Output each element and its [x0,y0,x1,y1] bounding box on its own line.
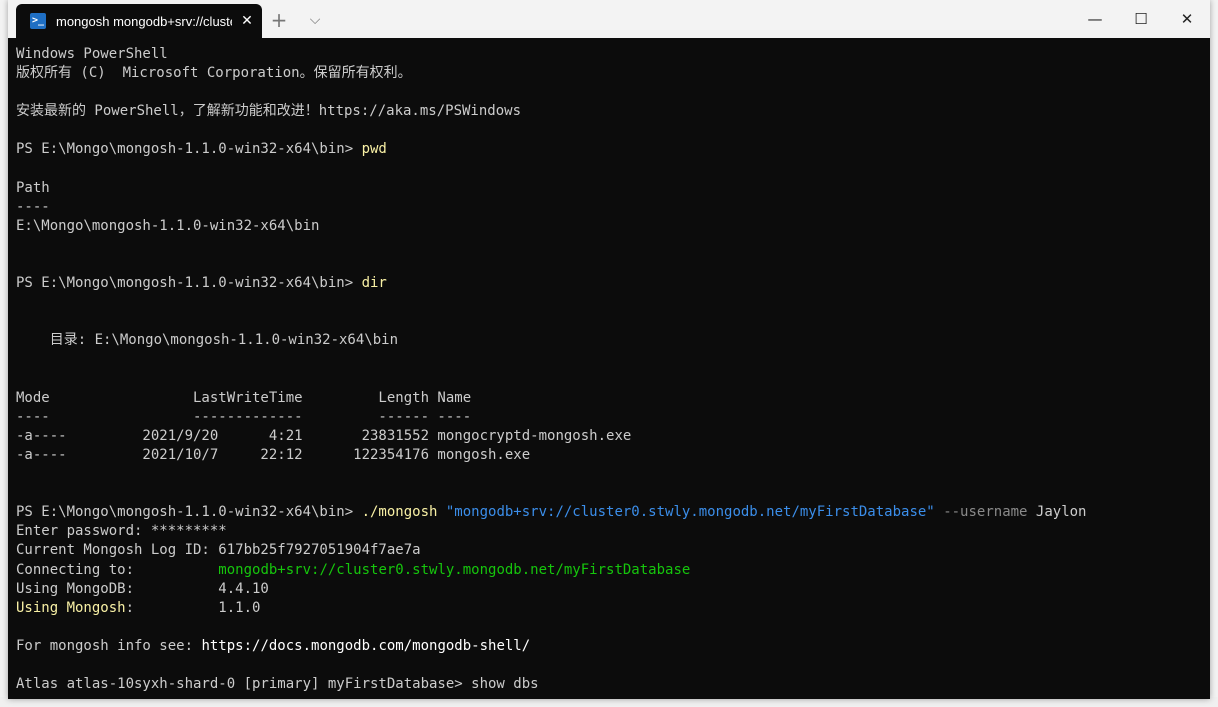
terminal-line: -a---- 2021/10/7 22:12 122354176 mongosh… [16,446,1087,465]
terminal-line: Windows PowerShell [16,45,1087,64]
terminal-text-segment: Mode LastWriteTime Length Name [16,389,472,406]
terminal-text-segment: dir [361,275,387,292]
terminal-text-segment: -a---- 2021/9/20 4:21 23831552 mongocryp… [16,427,632,444]
terminal-text-segment: ---- ------------- ------ ---- [16,408,472,425]
powershell-icon: >_ [30,13,46,29]
terminal-text-segment: ---- [16,198,50,215]
terminal-line: Mode LastWriteTime Length Name [16,389,1087,408]
terminal-text-segment: 目录: E:\Mongo\mongosh-1.1.0-win32-x64\bin [16,332,399,349]
maximize-button[interactable]: ☐ [1118,4,1164,34]
terminal-text-segment: For mongosh info see: [16,637,202,654]
terminal-line: Using MongoDB: 4.4.10 [16,580,1087,599]
terminal-line: 版权所有 (C) Microsoft Corporation。保留所有权利。 [16,64,1087,83]
terminal-text-segment: Jaylon [1027,504,1087,521]
terminal-line: 安装最新的 PowerShell，了解新功能和改进！https://aka.ms… [16,102,1087,121]
terminal-text-segment: ./mongosh [361,504,438,521]
terminal-text-segment: --username [943,504,1028,521]
terminal-line: PS E:\Mongo\mongosh-1.1.0-win32-x64\bin>… [16,274,1087,293]
terminal-text-segment: Atlas atlas-10syxh-shard-0 [primary] myF… [16,676,539,693]
terminal-text-segment: Current Mongosh Log ID: 617bb25f79270519… [16,542,421,559]
terminal-text-segment: E:\Mongo\mongosh-1.1.0-win32-x64\bin [16,217,320,234]
terminal-text-segment: PS E:\Mongo\mongosh-1.1.0-win32-x64\bin> [16,504,362,521]
terminal-text-segment: https://docs.mongodb.com/mongodb-shell/ [201,637,531,654]
terminal-text-segment: mongodb+srv://cluster0.stwly.mongodb.net… [218,561,691,578]
terminal-line: Using Mongosh: 1.1.0 [16,599,1087,618]
desktop-background-left [0,0,8,707]
terminal-line: -a---- 2021/9/20 4:21 23831552 mongocryp… [16,427,1087,446]
close-button[interactable]: ✕ [1164,4,1210,34]
terminal-text-segment: Windows PowerShell [16,46,168,62]
terminal-text-segment: Path [16,179,50,196]
terminal-text-segment: Using Mongosh [16,599,126,616]
terminal-line: For mongosh info see: https://docs.mongo… [16,637,1087,656]
chevron-down-icon[interactable]: ⌵ [304,9,326,31]
terminal-text-segment: Connecting to: [16,561,219,578]
terminal-text-segment: 版权所有 (C) Microsoft Corporation。保留所有权利。 [16,65,412,82]
minimize-button[interactable]: — [1072,4,1118,34]
terminal-line: Connecting to: mongodb+srv://cluster0.st… [16,561,1087,580]
desktop-background-right [1210,0,1218,707]
terminal-line: ---- ------------- ------ ---- [16,408,1087,427]
terminal-window: >_ mongosh mongodb+srv://cluster0.stwly.… [8,0,1210,699]
terminal-text-segment: pwd [361,141,387,158]
terminal-line: 目录: E:\Mongo\mongosh-1.1.0-win32-x64\bin [16,331,1087,350]
tab-mongosh[interactable]: >_ mongosh mongodb+srv://cluster0.stwly.… [16,4,262,38]
terminal-text-segment: Enter password: ********* [16,523,227,540]
terminal-output: Windows PowerShell 版权所有 (C) Microsoft Cor… [16,45,1087,694]
tab-title: mongosh mongodb+srv://cluster0.stwly.mon… [56,14,232,29]
scrollbar[interactable] [1204,82,1208,699]
terminal-line: PS E:\Mongo\mongosh-1.1.0-win32-x64\bin>… [16,503,1087,522]
new-tab-button[interactable]: + [268,9,290,31]
terminal-line: Atlas atlas-10syxh-shard-0 [primary] myF… [16,675,1087,694]
terminal-line: Enter password: ********* [16,522,1087,541]
terminal-text-segment: : 1.1.0 [125,599,261,616]
terminal-line: Current Mongosh Log ID: 617bb25f79270519… [16,541,1087,560]
terminal-content[interactable]: Windows PowerShell 版权所有 (C) Microsoft Cor… [8,38,1210,699]
terminal-text-segment: 安装最新的 PowerShell，了解新功能和改进！https://aka.ms… [16,103,522,120]
tab-close-button[interactable]: ✕ [238,12,256,30]
title-bar[interactable]: >_ mongosh mongodb+srv://cluster0.stwly.… [8,0,1210,38]
terminal-line: PS E:\Mongo\mongosh-1.1.0-win32-x64\bin>… [16,140,1087,159]
terminal-text-segment: PS E:\Mongo\mongosh-1.1.0-win32-x64\bin> [16,141,362,158]
terminal-line: Path [16,179,1087,198]
terminal-text-segment: "mongodb+srv://cluster0.stwly.mongodb.ne… [445,504,935,521]
terminal-text-segment: -a---- 2021/10/7 22:12 122354176 mongosh… [16,446,531,463]
terminal-text-segment: Using MongoDB: 4.4.10 [16,580,269,597]
terminal-line: E:\Mongo\mongosh-1.1.0-win32-x64\bin [16,217,1087,236]
terminal-text-segment: PS E:\Mongo\mongosh-1.1.0-win32-x64\bin> [16,275,362,292]
terminal-line: ---- [16,198,1087,217]
